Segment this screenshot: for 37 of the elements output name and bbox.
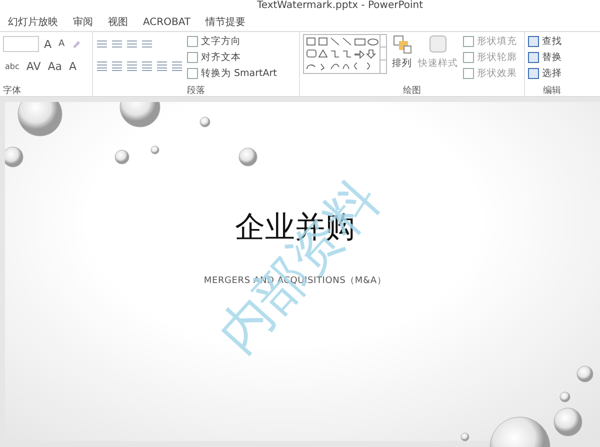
edit-command[interactable]: 替换 xyxy=(528,50,562,64)
align-icon[interactable] xyxy=(141,61,153,71)
align-icon[interactable] xyxy=(171,61,183,71)
ribbon-tab[interactable]: 情节提要 xyxy=(200,13,254,31)
ribbon-tab[interactable]: 视图 xyxy=(102,13,137,31)
ribbon-tab[interactable]: ACROBAT xyxy=(137,13,200,31)
paragraph-command[interactable]: 转换为 SmartArt xyxy=(187,66,277,80)
align-icon[interactable] xyxy=(156,61,168,71)
paragraph-command[interactable]: 文字方向 xyxy=(187,34,277,48)
align-icon[interactable] xyxy=(96,61,108,71)
overlapping-squares-icon xyxy=(392,34,412,54)
font-format-button[interactable]: A xyxy=(67,60,79,72)
edit-command[interactable]: 查找 xyxy=(528,34,562,48)
align-icon[interactable] xyxy=(111,61,123,71)
font-size-button[interactable]: A xyxy=(56,39,67,49)
group-label: 字体 xyxy=(3,84,22,96)
list-icon[interactable] xyxy=(126,39,138,49)
font-format-button[interactable]: abc xyxy=(3,62,22,70)
paragraph-command[interactable]: 对齐文本 xyxy=(187,50,277,64)
list-icon[interactable] xyxy=(141,39,153,49)
ribbon-tab[interactable]: 幻灯片放映 xyxy=(2,13,67,31)
edit-command[interactable]: 选择 xyxy=(528,66,562,80)
group-label: 编辑 xyxy=(542,84,562,96)
ribbon-tab[interactable]: 审阅 xyxy=(67,13,102,31)
rounded-square-icon xyxy=(428,34,448,54)
font-size-button[interactable]: A xyxy=(42,38,54,50)
font-format-button[interactable]: AV xyxy=(24,60,43,72)
group-label: 段落 xyxy=(186,84,206,96)
list-icon[interactable] xyxy=(96,39,108,49)
group-label: 绘图 xyxy=(402,84,422,96)
shapes-gallery[interactable] xyxy=(303,34,387,74)
arrange-button[interactable]: 排列 xyxy=(391,34,413,84)
align-icon[interactable] xyxy=(126,61,138,71)
font-size-field[interactable] xyxy=(3,36,39,52)
font-format-button[interactable]: Aa xyxy=(46,60,64,72)
list-icon[interactable] xyxy=(111,39,123,49)
window-title: TextWatermark.pptx - PowerPoint xyxy=(256,0,424,11)
